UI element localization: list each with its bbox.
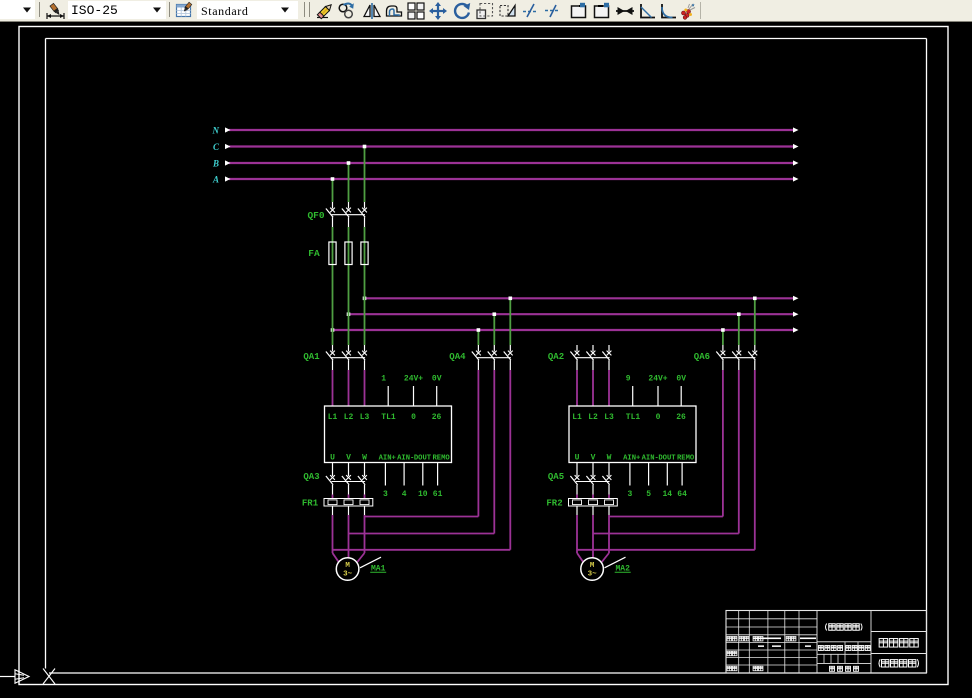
svg-text:9: 9 — [626, 375, 631, 384]
svg-text:QA5: QA5 — [548, 472, 564, 482]
svg-text:B: B — [212, 159, 219, 169]
svg-text:3: 3 — [383, 490, 388, 499]
svg-text:QA3: QA3 — [303, 472, 319, 482]
svg-text:24V+: 24V+ — [404, 375, 423, 384]
svg-text:26: 26 — [676, 413, 686, 422]
svg-text:U: U — [575, 454, 580, 463]
svg-text:REMO: REMO — [432, 455, 450, 463]
svg-text:0V: 0V — [432, 375, 442, 384]
svg-text:L3: L3 — [604, 413, 614, 422]
svg-text:U: U — [330, 454, 335, 463]
svg-text:0V: 0V — [676, 375, 686, 384]
svg-text:0: 0 — [411, 413, 416, 422]
svg-text:AIN+: AIN+ — [623, 455, 640, 463]
svg-text:3: 3 — [627, 490, 632, 499]
svg-text:L1: L1 — [328, 413, 338, 422]
svg-text:L3: L3 — [360, 413, 370, 422]
svg-text:A: A — [212, 175, 219, 185]
svg-text:QA2: QA2 — [548, 352, 564, 362]
svg-text:26: 26 — [432, 413, 442, 422]
svg-text:REMO: REMO — [677, 455, 695, 463]
svg-text:QA4: QA4 — [449, 352, 466, 362]
svg-text:DOUT: DOUT — [414, 455, 432, 463]
svg-text:FR1: FR1 — [302, 499, 319, 509]
svg-text:0: 0 — [656, 413, 661, 422]
svg-text:14: 14 — [662, 490, 672, 499]
svg-text:DOUT: DOUT — [658, 455, 676, 463]
svg-text:FA: FA — [308, 248, 320, 259]
svg-text:TL1: TL1 — [626, 413, 641, 422]
svg-text:L2: L2 — [344, 413, 354, 422]
svg-text:3~: 3~ — [343, 571, 353, 579]
svg-text:L2: L2 — [588, 413, 598, 422]
svg-text:M: M — [345, 562, 350, 570]
svg-text:AIN-: AIN- — [642, 455, 659, 463]
svg-text:3~: 3~ — [588, 571, 598, 579]
svg-text:61: 61 — [433, 490, 443, 499]
svg-text:AIN-: AIN- — [397, 455, 414, 463]
svg-text:FR2: FR2 — [546, 499, 562, 509]
svg-text:W: W — [362, 454, 367, 463]
svg-text:N: N — [212, 126, 220, 136]
svg-text:24V+: 24V+ — [648, 375, 667, 384]
svg-text:QA1: QA1 — [303, 352, 320, 362]
svg-text:C: C — [213, 142, 220, 152]
svg-text:10: 10 — [418, 490, 428, 499]
svg-text:1: 1 — [381, 375, 386, 384]
svg-text:TL1: TL1 — [381, 413, 396, 422]
svg-text:QA6: QA6 — [694, 352, 710, 362]
svg-text:V: V — [591, 454, 596, 463]
svg-text:QF0: QF0 — [307, 210, 324, 221]
svg-text:AIN+: AIN+ — [379, 455, 396, 463]
svg-text:W: W — [607, 454, 612, 463]
svg-text:M: M — [590, 562, 595, 570]
svg-text:4: 4 — [402, 490, 407, 499]
svg-text:64: 64 — [677, 490, 687, 499]
svg-text:V: V — [346, 454, 351, 463]
svg-text:L1: L1 — [572, 413, 582, 422]
svg-text:5: 5 — [646, 490, 651, 499]
